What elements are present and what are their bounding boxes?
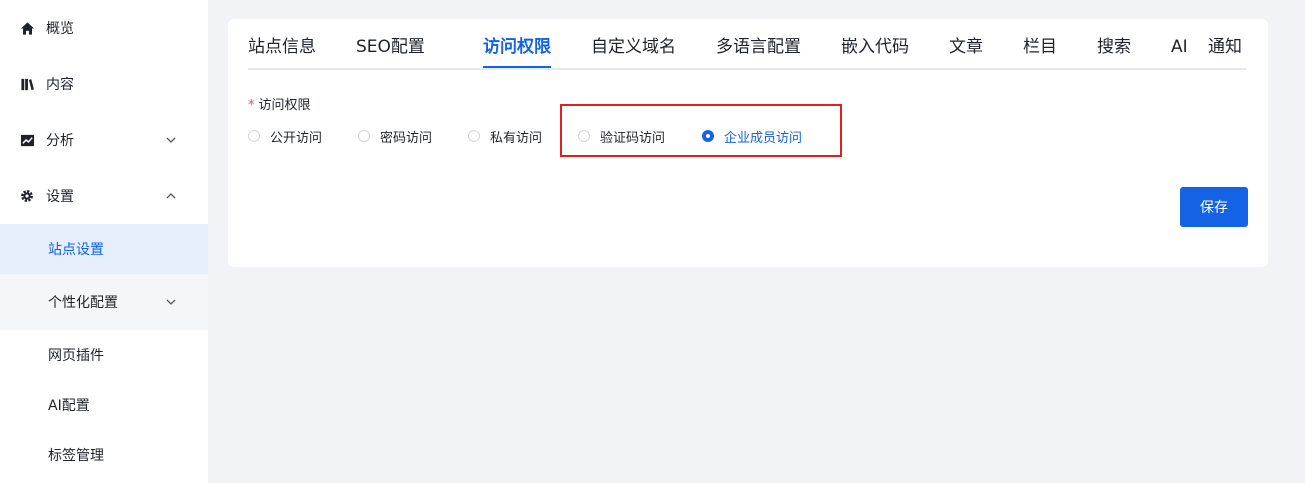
required-mark: *	[248, 98, 255, 113]
settings-card: 站点信息 SEO配置 访问权限 自定义域名 多语言配置 嵌入代码 文章 栏目 搜…	[228, 19, 1268, 267]
radio-circle	[468, 130, 480, 142]
access-label-text: 访问权限	[258, 98, 311, 113]
sidebar-item-label: 内容	[46, 77, 74, 93]
settings-tabs: 站点信息 SEO配置 访问权限 自定义域名 多语言配置 嵌入代码 文章 栏目 搜…	[248, 19, 1246, 70]
home-icon	[19, 20, 35, 36]
sidebar-subitem-tag-management[interactable]: 标签管理	[0, 429, 208, 481]
sidebar-subitem-site-settings[interactable]: 站点设置	[0, 224, 208, 274]
book-icon	[19, 76, 35, 92]
chevron-down-icon	[166, 137, 176, 143]
save-button[interactable]: 保存	[1180, 187, 1248, 227]
chart-icon	[19, 132, 35, 148]
tab-columns[interactable]: 栏目	[1023, 35, 1057, 59]
sidebar-subitem-label: 网页插件	[48, 348, 104, 364]
sidebar-item-settings[interactable]: 设置	[0, 170, 208, 222]
highlight-box	[560, 104, 842, 157]
tab-articles[interactable]: 文章	[949, 35, 983, 59]
sidebar-item-label: 设置	[46, 189, 74, 205]
sidebar: 概览 内容 分析 设置 站点设置 个性化配置 网页插件 AI配置 标签管理	[0, 0, 208, 483]
tab-seo[interactable]: SEO配置	[356, 35, 425, 59]
sidebar-item-analytics[interactable]: 分析	[0, 114, 208, 166]
sidebar-item-content[interactable]: 内容	[0, 58, 208, 110]
chevron-down-icon	[166, 299, 176, 305]
sidebar-subitem-label: 标签管理	[48, 448, 104, 464]
sidebar-subitem-label: 个性化配置	[48, 295, 118, 311]
sidebar-subitem-web-plugins[interactable]: 网页插件	[0, 329, 208, 381]
tab-site-info[interactable]: 站点信息	[248, 35, 316, 59]
tab-search[interactable]: 搜索	[1097, 35, 1131, 59]
sidebar-subitem-ai-config[interactable]: AI配置	[0, 379, 208, 431]
chevron-up-icon	[166, 193, 176, 199]
active-tab-indicator	[483, 66, 551, 68]
radio-public-access[interactable]: 公开访问	[248, 126, 322, 146]
sidebar-subitem-label: 站点设置	[48, 242, 104, 258]
radio-circle	[358, 130, 370, 142]
tab-ai[interactable]: AI	[1171, 35, 1188, 59]
tab-custom-domain[interactable]: 自定义域名	[591, 35, 676, 59]
tab-notifications[interactable]: 通知	[1208, 35, 1242, 59]
radio-label: 公开访问	[270, 130, 323, 146]
sidebar-subitem-personalization[interactable]: 个性化配置	[0, 276, 208, 328]
sidebar-subitem-label: AI配置	[48, 398, 90, 414]
radio-circle	[248, 130, 260, 142]
tab-embed-code[interactable]: 嵌入代码	[841, 35, 909, 59]
sidebar-item-label: 分析	[46, 133, 74, 149]
radio-label: 密码访问	[380, 130, 433, 146]
tab-access[interactable]: 访问权限	[483, 35, 551, 59]
sidebar-item-label: 概览	[46, 21, 74, 37]
radio-label: 私有访问	[490, 130, 543, 146]
access-field-label: * 访问权限	[248, 94, 311, 113]
radio-private-access[interactable]: 私有访问	[468, 126, 542, 146]
tab-multilanguage[interactable]: 多语言配置	[716, 35, 801, 59]
radio-password-access[interactable]: 密码访问	[358, 126, 432, 146]
sidebar-item-overview[interactable]: 概览	[0, 2, 208, 54]
gear-icon	[19, 188, 35, 204]
